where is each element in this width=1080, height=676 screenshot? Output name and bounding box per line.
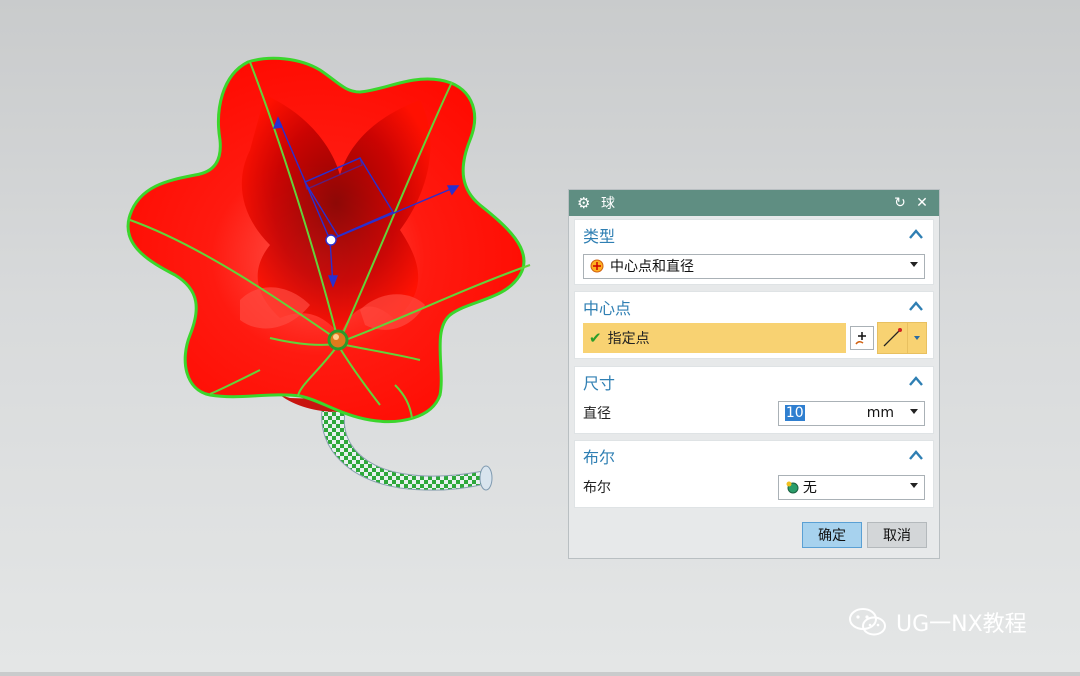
boolean-label: 布尔 xyxy=(583,480,611,496)
collapse-icon[interactable] xyxy=(909,229,925,241)
cancel-button[interactable]: 取消 xyxy=(867,522,927,548)
inferred-point-button[interactable] xyxy=(876,322,909,354)
diameter-input[interactable]: 10 mm xyxy=(777,400,925,426)
chevron-down-icon xyxy=(910,261,918,267)
dialog-title: 球 xyxy=(601,196,615,212)
diameter-label: 直径 xyxy=(583,406,611,422)
type-group-label: 类型 xyxy=(583,227,616,246)
boolean-none-icon xyxy=(785,480,799,494)
diameter-unit[interactable]: mm xyxy=(867,405,894,421)
stem xyxy=(321,409,489,491)
checkmark-icon: ✔ xyxy=(589,329,602,347)
boolean-group: 布尔 布尔 无 xyxy=(574,440,934,508)
reset-icon[interactable]: ↻ xyxy=(891,195,909,211)
diameter-value: 10 xyxy=(784,405,805,421)
chevron-down-icon xyxy=(910,482,918,488)
size-group-label: 尺寸 xyxy=(583,374,616,393)
point-type-dropdown[interactable] xyxy=(908,322,927,354)
specify-point-label: 指定点 xyxy=(607,331,650,347)
center-group: 中心点 ✔ 指定点 xyxy=(574,291,934,359)
boolean-group-label: 布尔 xyxy=(583,448,616,467)
center-diameter-icon xyxy=(590,259,604,273)
center-group-label: 中心点 xyxy=(583,299,632,318)
point-dialog-button[interactable] xyxy=(849,326,874,350)
boolean-select[interactable]: 无 xyxy=(777,474,925,500)
watermark-text: UG一NX教程 xyxy=(896,612,1027,637)
collapse-icon[interactable] xyxy=(909,450,925,462)
gear-icon[interactable]: ⚙ xyxy=(577,194,593,212)
type-group-header[interactable]: 类型 xyxy=(575,220,933,250)
type-select[interactable]: 中心点和直径 xyxy=(583,253,925,279)
dialog-title-bar[interactable]: ⚙ 球 ↻ ✕ xyxy=(569,190,939,216)
type-select-value: 中心点和直径 xyxy=(610,259,694,275)
specify-point-row[interactable]: ✔ 指定点 xyxy=(583,323,846,353)
watermark: UG一NX教程 xyxy=(848,606,1027,638)
wechat-icon xyxy=(848,606,888,638)
size-group: 尺寸 直径 10 mm xyxy=(574,366,934,434)
center-group-header[interactable]: 中心点 xyxy=(575,292,933,322)
collapse-icon[interactable] xyxy=(909,376,925,388)
sphere-dialog: ⚙ 球 ↻ ✕ 类型 中心点和直径 中心点 ✔ 指定点 尺寸 直径 10 mm … xyxy=(568,189,940,559)
boolean-group-header[interactable]: 布尔 xyxy=(575,441,933,471)
type-group: 类型 中心点和直径 xyxy=(574,219,934,285)
collapse-icon[interactable] xyxy=(909,301,925,313)
ok-button[interactable]: 确定 xyxy=(802,522,862,548)
boolean-select-value: 无 xyxy=(802,480,817,496)
close-icon[interactable]: ✕ xyxy=(913,195,931,211)
chevron-down-icon[interactable] xyxy=(910,408,918,414)
size-group-header[interactable]: 尺寸 xyxy=(575,367,933,397)
